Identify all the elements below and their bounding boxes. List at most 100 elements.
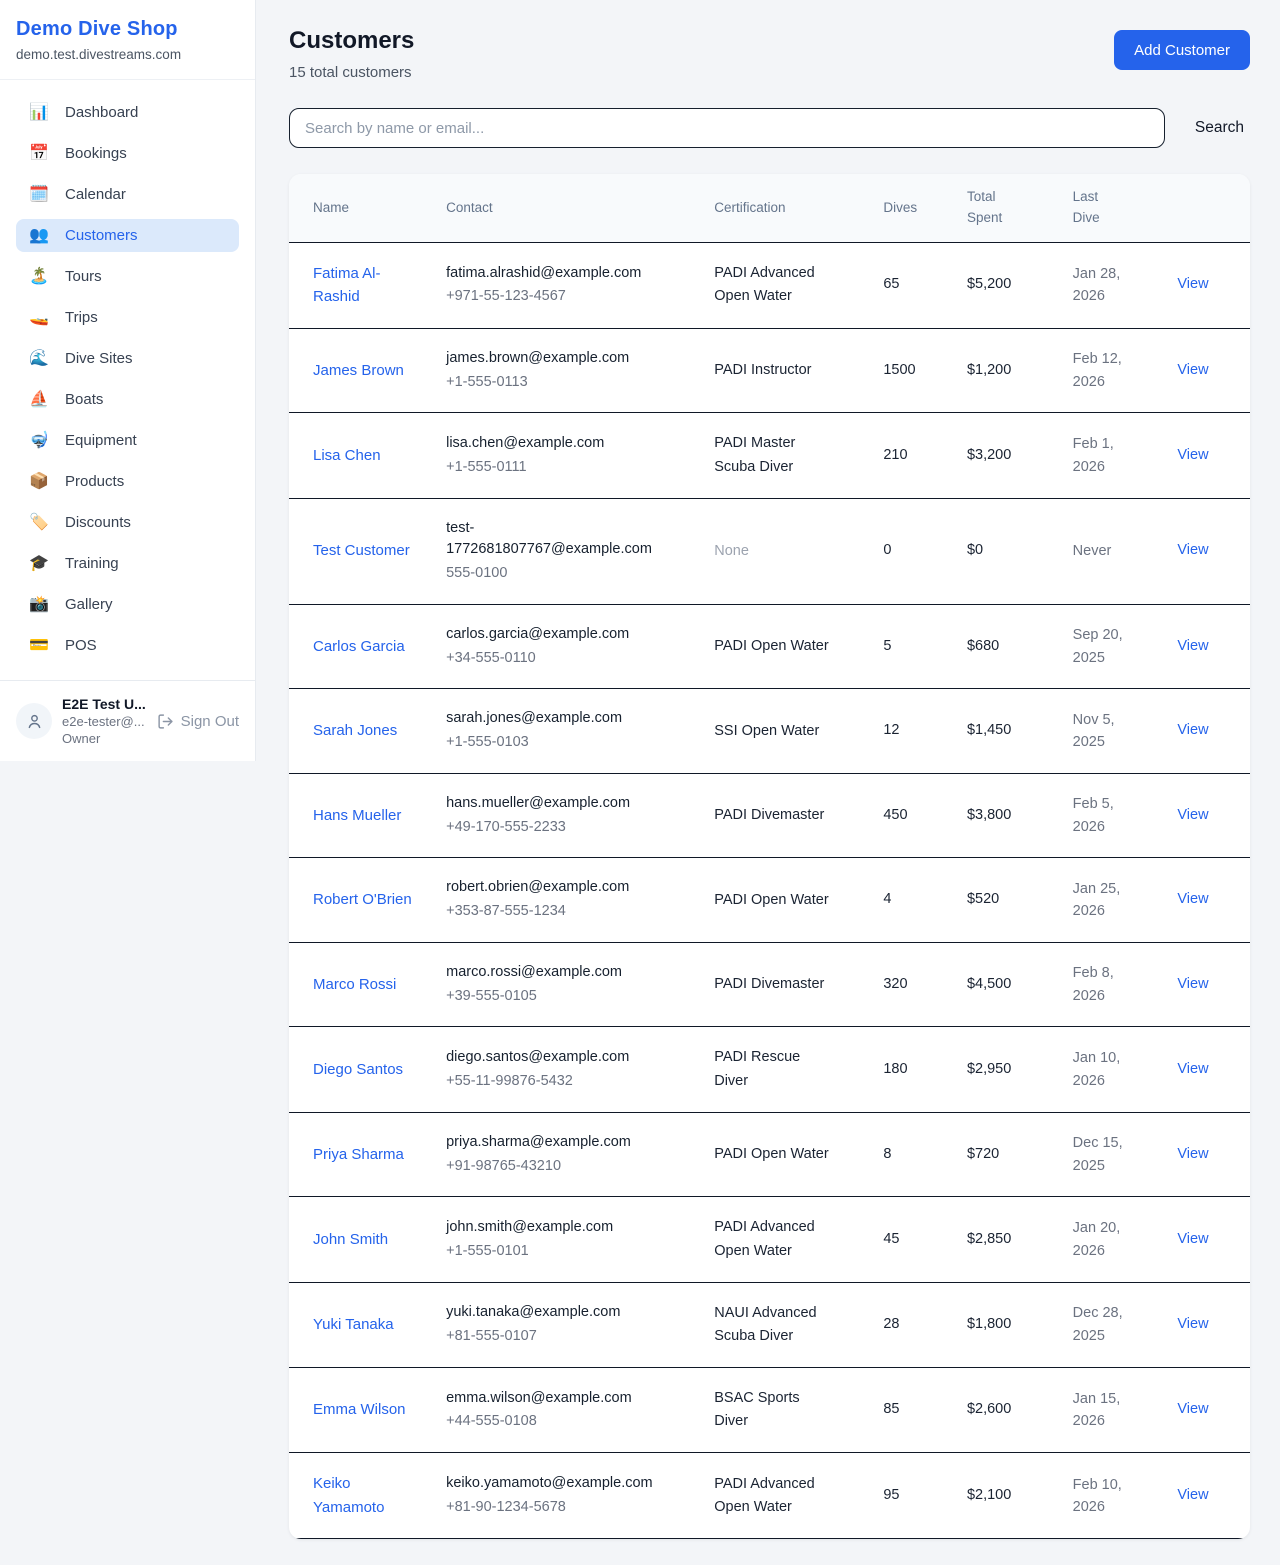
- search-button[interactable]: Search: [1189, 119, 1250, 137]
- search-bar: Search: [289, 108, 1250, 148]
- customer-email: priya.sharma@example.com: [446, 1132, 658, 1154]
- customer-name-link[interactable]: Emma Wilson: [313, 1398, 406, 1421]
- avatar: [16, 703, 52, 739]
- column-header-last-dive: Last Dive: [1061, 174, 1166, 242]
- sidebar-item-discounts[interactable]: 🏷️ Discounts: [16, 506, 239, 539]
- contact-cell: lisa.chen@example.com +1-555-0111: [446, 433, 658, 479]
- customer-dives: 85: [883, 1401, 899, 1417]
- customer-last-dive: Feb 1, 2026: [1073, 433, 1137, 478]
- customer-name-link[interactable]: Sarah Jones: [313, 719, 397, 742]
- view-customer-link[interactable]: View: [1177, 447, 1208, 463]
- nav-item-label: Gallery: [65, 596, 113, 613]
- customer-name-link[interactable]: James Brown: [313, 359, 404, 382]
- table-row: Sarah Jones sarah.jones@example.com +1-5…: [289, 689, 1250, 774]
- table-row: Carlos Garcia carlos.garcia@example.com …: [289, 604, 1250, 689]
- sidebar-item-customers[interactable]: 👥 Customers: [16, 219, 239, 252]
- sidebar-item-dashboard[interactable]: 📊 Dashboard: [16, 96, 239, 129]
- customer-dives: 4: [883, 891, 891, 907]
- nav-item-label: Equipment: [65, 432, 137, 449]
- nav-item-label: POS: [65, 637, 97, 654]
- customer-email: hans.mueller@example.com: [446, 793, 658, 815]
- sidebar-item-gallery[interactable]: 📸 Gallery: [16, 588, 239, 621]
- view-customer-link[interactable]: View: [1177, 1061, 1208, 1077]
- sidebar-item-calendar[interactable]: 🗓️ Calendar: [16, 178, 239, 211]
- diving-mask-icon: 🤿: [28, 433, 50, 449]
- add-customer-button[interactable]: Add Customer: [1114, 30, 1250, 70]
- search-input[interactable]: [289, 108, 1165, 148]
- sidebar-item-bookings[interactable]: 📅 Bookings: [16, 137, 239, 170]
- customer-email: lisa.chen@example.com: [446, 433, 658, 455]
- customer-last-dive: Jan 25, 2026: [1073, 878, 1137, 923]
- customer-name-link[interactable]: Test Customer: [313, 539, 410, 562]
- table-row: Hans Mueller hans.mueller@example.com +4…: [289, 773, 1250, 858]
- table-row: Keiko Yamamoto keiko.yamamoto@example.co…: [289, 1453, 1250, 1539]
- customer-name-link[interactable]: Priya Sharma: [313, 1143, 404, 1166]
- sidebar-item-training[interactable]: 🎓 Training: [16, 547, 239, 580]
- view-customer-link[interactable]: View: [1177, 1231, 1208, 1247]
- nav-item-label: Customers: [65, 227, 138, 244]
- nav-item-label: Training: [65, 555, 119, 572]
- customer-dives: 8: [883, 1146, 891, 1162]
- customer-certification: NAUI Advanced Scuba Diver: [714, 1302, 830, 1348]
- contact-cell: diego.santos@example.com +55-11-99876-54…: [446, 1047, 658, 1093]
- customer-name-link[interactable]: Marco Rossi: [313, 973, 396, 996]
- sidebar-item-dive-sites[interactable]: 🌊 Dive Sites: [16, 342, 239, 375]
- graduation-cap-icon: 🎓: [28, 556, 50, 572]
- customer-email: yuki.tanaka@example.com: [446, 1302, 658, 1324]
- customer-certification: PADI Open Water: [714, 889, 830, 912]
- customer-name-link[interactable]: Lisa Chen: [313, 444, 381, 467]
- view-customer-link[interactable]: View: [1177, 1487, 1208, 1503]
- column-header-certification: Certification: [702, 174, 871, 242]
- customer-certification: PADI Advanced Open Water: [714, 1473, 830, 1519]
- customer-name-link[interactable]: Carlos Garcia: [313, 635, 405, 658]
- customer-name-link[interactable]: Keiko Yamamoto: [313, 1472, 422, 1519]
- island-icon: 🏝️: [28, 269, 50, 285]
- view-customer-link[interactable]: View: [1177, 362, 1208, 378]
- view-customer-link[interactable]: View: [1177, 638, 1208, 654]
- customer-dives: 12: [883, 722, 899, 738]
- customer-name-link[interactable]: Hans Mueller: [313, 804, 401, 827]
- customer-count: 15 total customers: [289, 64, 414, 81]
- spiral-calendar-icon: 🗓️: [28, 187, 50, 203]
- user-role: Owner: [62, 731, 147, 746]
- customer-total-spent: $2,950: [967, 1061, 1011, 1077]
- customer-name-link[interactable]: Fatima Al-Rashid: [313, 262, 422, 309]
- brand-domain: demo.test.divestreams.com: [16, 47, 239, 62]
- customer-name-link[interactable]: Yuki Tanaka: [313, 1313, 394, 1336]
- view-customer-link[interactable]: View: [1177, 542, 1208, 558]
- customer-last-dive: Nov 5, 2025: [1073, 709, 1137, 754]
- view-customer-link[interactable]: View: [1177, 722, 1208, 738]
- customer-last-dive: Feb 10, 2026: [1073, 1474, 1137, 1519]
- table-row: John Smith john.smith@example.com +1-555…: [289, 1197, 1250, 1282]
- customer-total-spent: $1,450: [967, 722, 1011, 738]
- customer-email: john.smith@example.com: [446, 1217, 658, 1239]
- customer-name-link[interactable]: Diego Santos: [313, 1058, 403, 1081]
- customer-phone: 555-0100: [446, 563, 658, 585]
- camera-flash-icon: 📸: [28, 597, 50, 613]
- view-customer-link[interactable]: View: [1177, 976, 1208, 992]
- contact-cell: marco.rossi@example.com +39-555-0105: [446, 962, 658, 1008]
- customer-email: robert.obrien@example.com: [446, 877, 658, 899]
- customer-name-link[interactable]: John Smith: [313, 1228, 388, 1251]
- view-customer-link[interactable]: View: [1177, 276, 1208, 292]
- customer-name-link[interactable]: Robert O'Brien: [313, 888, 412, 911]
- sidebar-item-boats[interactable]: ⛵ Boats: [16, 383, 239, 416]
- view-customer-link[interactable]: View: [1177, 1146, 1208, 1162]
- view-customer-link[interactable]: View: [1177, 891, 1208, 907]
- view-customer-link[interactable]: View: [1177, 1316, 1208, 1332]
- sidebar-item-trips[interactable]: 🚤 Trips: [16, 301, 239, 334]
- sign-out-label: Sign Out: [181, 713, 239, 730]
- customer-dives: 0: [883, 542, 891, 558]
- sign-out-button[interactable]: Sign Out: [157, 713, 239, 730]
- sidebar-item-tours[interactable]: 🏝️ Tours: [16, 260, 239, 293]
- contact-cell: priya.sharma@example.com +91-98765-43210: [446, 1132, 658, 1178]
- table-row: Marco Rossi marco.rossi@example.com +39-…: [289, 942, 1250, 1027]
- brand-title[interactable]: Demo Dive Shop: [16, 18, 239, 41]
- view-customer-link[interactable]: View: [1177, 807, 1208, 823]
- view-customer-link[interactable]: View: [1177, 1401, 1208, 1417]
- customer-last-dive: Feb 8, 2026: [1073, 962, 1137, 1007]
- sidebar-item-products[interactable]: 📦 Products: [16, 465, 239, 498]
- customer-certification: SSI Open Water: [714, 720, 830, 743]
- sidebar-item-pos[interactable]: 💳 POS: [16, 629, 239, 662]
- sidebar-item-equipment[interactable]: 🤿 Equipment: [16, 424, 239, 457]
